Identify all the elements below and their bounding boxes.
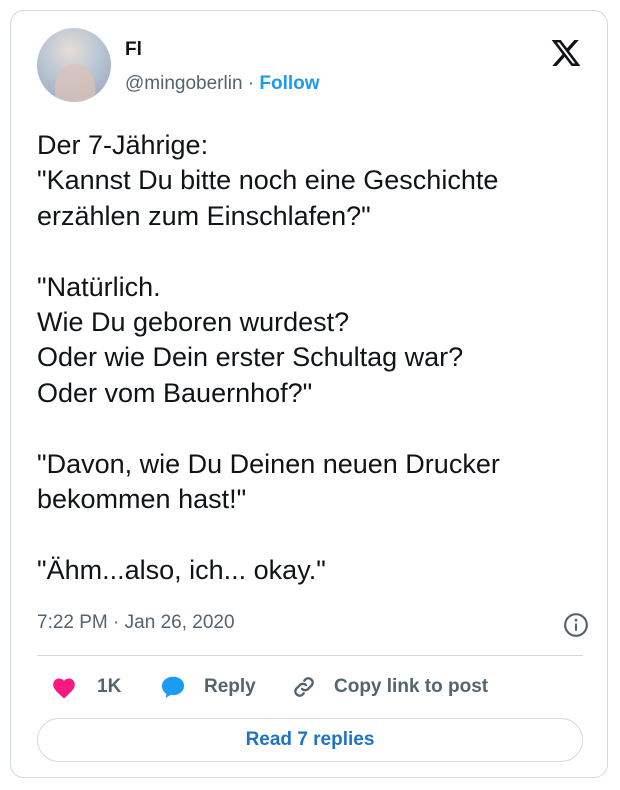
reply-button[interactable]: Reply [159, 672, 256, 702]
like-count: 1K [97, 676, 122, 697]
read-replies-label: Read 7 replies [245, 729, 375, 750]
x-logo-icon[interactable] [550, 37, 582, 69]
handle-separator: · [247, 73, 255, 94]
avatar[interactable] [37, 28, 111, 102]
heart-icon [53, 678, 75, 699]
speech-bubble-icon [161, 676, 185, 698]
action-bar: 1K Reply Copy link to post [37, 672, 583, 702]
meta-separator: · [113, 612, 120, 633]
read-replies-button[interactable]: Read 7 replies [37, 718, 583, 762]
reply-label: Reply [204, 676, 256, 697]
like-button[interactable]: 1K [51, 672, 121, 702]
copy-link-label: Copy link to post [334, 676, 489, 697]
divider [37, 655, 583, 656]
author-name[interactable]: Fl [125, 39, 142, 61]
link-icon [294, 677, 314, 697]
tweet-date[interactable]: Jan 26, 2020 [125, 612, 235, 633]
copy-link-button[interactable]: Copy link to post [291, 672, 488, 702]
tweet-text: Der 7-Jährige: "Kannst Du bitte noch ein… [37, 130, 500, 585]
author-handle[interactable]: @mingoberlin [125, 73, 243, 94]
info-icon[interactable] [563, 612, 589, 638]
author-handle-row: @mingoberlin · Follow [125, 72, 320, 96]
follow-button[interactable]: Follow [259, 73, 319, 94]
tweet-card: Fl @mingoberlin · Follow Der 7-Jährige: … [10, 10, 608, 778]
tweet-time[interactable]: 7:22 PM [37, 612, 108, 633]
tweet-meta: 7:22 PM · Jan 26, 2020 [37, 611, 235, 635]
